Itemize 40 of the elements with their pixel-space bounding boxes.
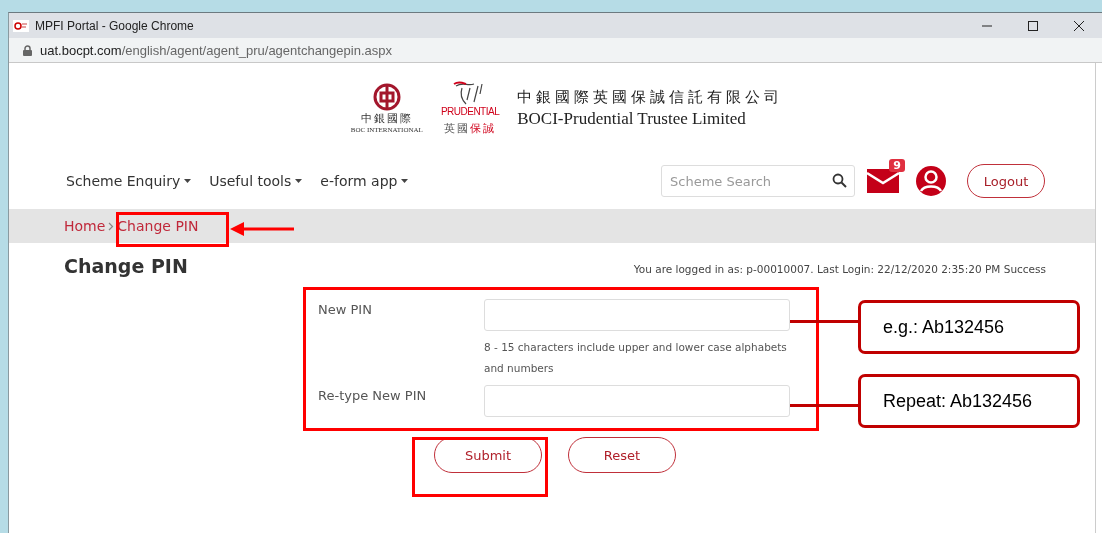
company-name: 中銀國際英國保誠信託有限公司: [517, 87, 784, 107]
form-button[interactable]: Reset: [568, 437, 676, 473]
connector-line: [790, 404, 858, 407]
logout-button[interactable]: Logout: [967, 164, 1045, 198]
window-title: MPFI Portal - Google Chrome: [35, 18, 195, 33]
login-info: You are logged in as: p-00010007. Last Login: 22/12/2020 2:35:20 PM Success: [633, 263, 1046, 275]
logo-text: PRUDENTIAL: [440, 106, 500, 117]
caret-icon: [295, 179, 303, 183]
field-label: New PIN: [318, 301, 373, 319]
chevron-icon: [108, 221, 115, 231]
logo-text: 保誠: [470, 122, 497, 135]
mail-icon[interactable]: [867, 169, 899, 195]
pin-field[interactable]: [484, 385, 790, 417]
connector-line: [790, 320, 858, 323]
nav-menu[interactable]: Useful tools: [209, 173, 303, 189]
caret-icon: [401, 179, 409, 183]
nav-menu[interactable]: e-form app: [320, 173, 409, 189]
field-hint: 8 - 15 characters include upper and lower case alphabets and numbers: [484, 340, 788, 376]
company-name: BOCI-Prudential Trustee Limited: [517, 108, 747, 129]
page-title: Change PIN: [64, 255, 188, 277]
lock-icon: [23, 44, 32, 56]
search-icon[interactable]: [832, 173, 847, 188]
breadcrumb-link[interactable]: Home: [64, 218, 106, 234]
site-logo-icon: [13, 19, 29, 32]
field-label: Re-type New PIN: [318, 387, 428, 405]
callout-note: e.g.: Ab132456: [858, 300, 1080, 354]
nav-menu[interactable]: Scheme Enquiry: [66, 173, 192, 189]
breadcrumb-link[interactable]: Change PIN: [117, 218, 199, 234]
pointer-arrow: [230, 222, 294, 236]
logo-text: 英國: [444, 122, 471, 135]
pin-field[interactable]: [484, 299, 790, 331]
boc-logo-icon: [372, 82, 401, 111]
caret-icon: [184, 179, 192, 183]
callout-note: Repeat: Ab132456: [858, 374, 1080, 428]
notification-badge: 9: [889, 159, 905, 172]
search-field[interactable]: Scheme Search: [661, 165, 855, 197]
maximize-icon[interactable]: [1027, 19, 1039, 32]
user-avatar-icon[interactable]: [915, 165, 947, 197]
close-icon[interactable]: [1073, 19, 1085, 32]
logo-text: 中銀國際: [360, 110, 413, 126]
